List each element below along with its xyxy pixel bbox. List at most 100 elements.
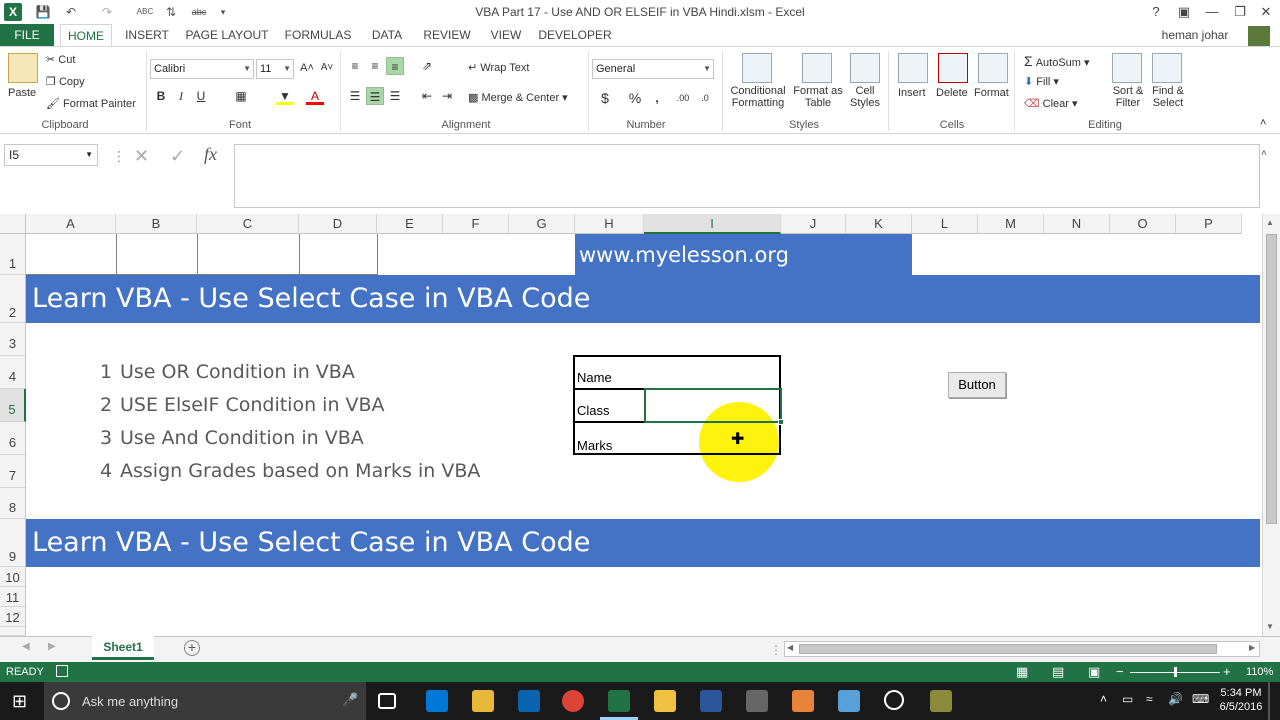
scroll-left-icon[interactable]: ◀ — [787, 643, 793, 652]
sheet-tab-active[interactable]: Sheet1 — [92, 636, 154, 660]
align-top-icon[interactable]: ≡ — [346, 57, 364, 75]
format-as-table-icon[interactable] — [802, 53, 832, 83]
format-cells-button[interactable]: Format — [974, 87, 1009, 99]
insert-cells-icon[interactable] — [898, 53, 928, 83]
column-header[interactable]: G — [509, 214, 575, 234]
increase-decimal-icon[interactable]: .00 — [674, 89, 692, 107]
tab-developer[interactable]: DEVELOPER — [538, 24, 612, 46]
close-button[interactable]: ✕ — [1252, 2, 1280, 22]
shrink-font-icon[interactable]: A˅ — [318, 59, 336, 77]
normal-view-icon[interactable]: ▦ — [1016, 664, 1028, 680]
cell-styles-button[interactable]: Cell Styles — [846, 85, 884, 109]
zoom-in-icon[interactable]: + — [1223, 664, 1231, 679]
row-header[interactable]: 6 — [0, 422, 26, 455]
row-header[interactable]: 12 — [0, 607, 26, 627]
cut-button[interactable]: ✂ Cut — [46, 53, 75, 66]
outlook-icon[interactable] — [518, 690, 540, 712]
column-header[interactable]: E — [377, 214, 443, 234]
column-header[interactable]: J — [781, 214, 846, 234]
horizontal-scroll-thumb[interactable] — [799, 644, 1217, 654]
increase-indent-icon[interactable]: ⇥ — [438, 87, 456, 105]
insert-cells-button[interactable]: Insert — [898, 87, 926, 99]
folder-icon[interactable] — [654, 690, 676, 712]
font-name-select[interactable]: Calibri ▼ — [150, 59, 254, 79]
zoom-level[interactable]: 110% — [1246, 666, 1273, 678]
macro-button[interactable]: Button — [948, 372, 1006, 398]
page-break-view-icon[interactable]: ▣ — [1088, 664, 1100, 680]
expand-formula-icon[interactable]: ˄ — [1261, 148, 1267, 159]
insert-function-button[interactable]: fx — [204, 144, 217, 165]
scroll-up-icon[interactable]: ▲ — [1266, 218, 1274, 227]
edge-icon[interactable] — [426, 690, 448, 712]
page-layout-view-icon[interactable]: ▤ — [1052, 664, 1064, 680]
delete-cells-button[interactable]: Delete — [936, 87, 968, 99]
media-player-icon[interactable] — [792, 690, 814, 712]
column-header[interactable]: K — [846, 214, 912, 234]
prev-sheet-icon[interactable]: ◀ — [22, 641, 30, 652]
row-header[interactable]: 1 — [0, 234, 26, 275]
align-left-icon[interactable]: ☰ — [346, 87, 364, 105]
clear-button[interactable]: ⌫ Clear ▾ — [1024, 97, 1078, 110]
tab-view[interactable]: VIEW — [486, 24, 526, 46]
align-center-icon[interactable]: ☰ — [366, 87, 384, 105]
decrease-indent-icon[interactable]: ⇤ — [418, 87, 436, 105]
show-hidden-icons-icon[interactable]: ˄ — [1100, 692, 1107, 706]
delete-cells-icon[interactable] — [938, 53, 968, 83]
next-sheet-icon[interactable]: ▶ — [48, 641, 56, 652]
excel-taskbar-icon[interactable] — [608, 690, 630, 712]
zoom-out-icon[interactable]: − — [1116, 664, 1124, 679]
windows-start-icon[interactable]: ⊞ — [12, 692, 27, 710]
vertical-scroll-thumb[interactable] — [1266, 234, 1277, 524]
recorder-icon[interactable] — [930, 690, 952, 712]
row-header[interactable]: 4 — [0, 356, 26, 389]
task-view-icon[interactable] — [378, 693, 396, 709]
row-header[interactable]: 8 — [0, 488, 26, 519]
format-cells-icon[interactable] — [978, 53, 1008, 83]
chrome-icon[interactable] — [562, 690, 584, 712]
cancel-icon[interactable]: ✕ — [134, 146, 149, 167]
column-header[interactable]: C — [197, 214, 299, 234]
row-header[interactable]: 2 — [0, 275, 26, 323]
row-header-selected[interactable]: 5 — [0, 389, 26, 422]
column-header[interactable]: B — [116, 214, 197, 234]
align-middle-icon[interactable]: ≡ — [366, 57, 384, 75]
column-header[interactable]: O — [1110, 214, 1176, 234]
conditional-formatting-button[interactable]: Conditional Formatting — [728, 85, 788, 109]
column-header[interactable]: A — [26, 214, 116, 234]
merge-center-button[interactable]: ▩ Merge & Center ▾ — [468, 91, 568, 104]
restore-button[interactable]: ❐ — [1226, 2, 1254, 22]
paste-button[interactable]: Paste — [8, 87, 36, 99]
file-explorer-icon[interactable] — [472, 690, 494, 712]
enter-icon[interactable]: ✓ — [170, 146, 185, 167]
row-header[interactable]: 11 — [0, 587, 26, 607]
orientation-icon[interactable]: ⇗ — [418, 57, 436, 75]
show-desktop-button[interactable] — [1268, 682, 1270, 720]
fill-button[interactable]: ⬇ Fill ▾ — [1024, 75, 1059, 88]
column-header[interactable]: P — [1176, 214, 1242, 234]
column-header[interactable]: H — [575, 214, 644, 234]
font-color-icon[interactable]: A — [306, 87, 324, 105]
sort-filter-icon[interactable] — [1112, 53, 1142, 83]
decrease-decimal-icon[interactable]: .0 — [696, 89, 714, 107]
vertical-scrollbar[interactable]: ▲ ▼ — [1262, 214, 1280, 636]
form-row-marks[interactable]: Marks — [575, 423, 779, 456]
align-bottom-icon[interactable]: ≡ — [386, 57, 404, 75]
worksheet-grid[interactable]: A B C D E F G H I J K L M N O P 1 2 3 4 … — [0, 214, 1280, 636]
cell-styles-icon[interactable] — [850, 53, 880, 83]
clock-app-icon[interactable] — [884, 690, 904, 710]
percent-button[interactable]: % — [626, 89, 644, 107]
zoom-slider-thumb[interactable] — [1174, 667, 1177, 677]
format-as-table-button[interactable]: Format as Table — [792, 85, 844, 109]
borders-icon[interactable]: ▦ — [232, 87, 250, 105]
column-header[interactable]: L — [912, 214, 978, 234]
scroll-down-icon[interactable]: ▼ — [1266, 622, 1274, 631]
form-row-name[interactable]: Name — [575, 357, 779, 390]
grow-font-icon[interactable]: A˄ — [298, 59, 316, 77]
avatar[interactable] — [1248, 26, 1270, 46]
tab-data[interactable]: DATA — [366, 24, 408, 46]
sort-filter-button[interactable]: Sort & Filter — [1106, 85, 1150, 109]
wifi-icon[interactable]: ≈ — [1146, 692, 1153, 706]
ribbon-display-icon[interactable]: ▣ — [1170, 2, 1198, 22]
tab-insert[interactable]: INSERT — [122, 24, 172, 46]
row-header[interactable]: 10 — [0, 567, 26, 587]
